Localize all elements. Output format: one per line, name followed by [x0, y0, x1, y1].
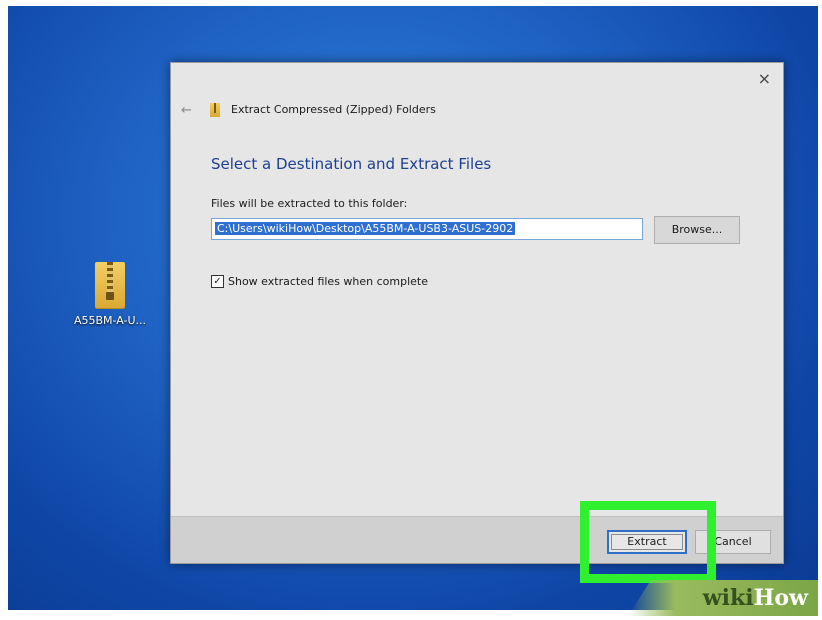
desktop-zip-file[interactable]: A55BM-A-U...	[60, 262, 160, 342]
path-value: C:\Users\wikiHow\Desktop\A55BM-A-USB3-AS…	[215, 222, 516, 235]
desktop-icon-label: A55BM-A-U...	[73, 314, 147, 327]
zip-folder-icon	[210, 103, 220, 117]
wikihow-watermark: wikiHow	[628, 580, 818, 616]
watermark-how: How	[753, 585, 808, 611]
dialog-heading: Select a Destination and Extract Files	[211, 155, 492, 173]
back-arrow-icon[interactable]: ←	[181, 103, 192, 118]
watermark-wiki: wiki	[702, 585, 754, 611]
show-files-checkbox[interactable]: ✓	[211, 275, 224, 288]
browse-button[interactable]: Browse...	[654, 216, 740, 244]
path-label: Files will be extracted to this folder:	[211, 197, 408, 210]
show-files-label: Show extracted files when complete	[228, 275, 429, 288]
destination-path-input[interactable]: C:\Users\wikiHow\Desktop\A55BM-A-USB3-AS…	[211, 218, 643, 240]
extract-highlight-box	[580, 501, 716, 583]
close-icon[interactable]: ×	[758, 69, 771, 88]
dialog-title: Extract Compressed (Zipped) Folders	[231, 103, 436, 116]
extract-dialog: × ← Extract Compressed (Zipped) Folders …	[170, 62, 784, 564]
zip-folder-icon	[95, 262, 125, 308]
show-files-option[interactable]: ✓ Show extracted files when complete	[211, 275, 428, 288]
